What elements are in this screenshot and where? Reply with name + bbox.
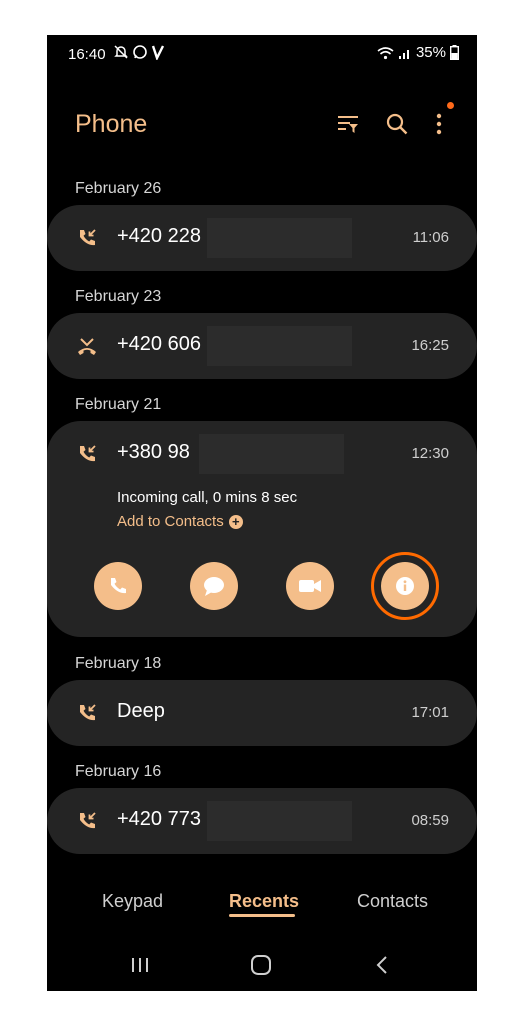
wifi-icon [377, 46, 394, 59]
highlight-ring [371, 552, 439, 620]
recent-apps-icon[interactable] [127, 952, 153, 978]
phone-screen: 16:40 35% Phone February 26 +420 228 11:… [47, 35, 477, 991]
call-log-item-expanded[interactable]: +380 98 12:30 Incoming call, 0 mins 8 se… [47, 421, 477, 637]
redacted-block [207, 326, 352, 366]
more-options-icon[interactable] [426, 111, 452, 137]
call-log-item[interactable]: +420 606 16:25 [47, 313, 477, 379]
active-tab-indicator [229, 914, 295, 917]
v-app-icon [151, 45, 165, 60]
tab-keypad[interactable]: Keypad [102, 891, 163, 912]
call-time: 11:06 [412, 229, 449, 246]
incoming-call-icon [80, 229, 96, 246]
incoming-call-icon [80, 445, 96, 462]
date-header: February 26 [75, 180, 162, 197]
battery-icon [450, 45, 459, 60]
call-button[interactable] [94, 562, 142, 610]
system-nav-bar [47, 940, 477, 990]
call-time: 16:25 [411, 337, 449, 354]
back-icon[interactable] [369, 952, 395, 978]
call-time: 12:30 [411, 445, 449, 462]
whatsapp-icon [133, 45, 147, 59]
incoming-call-icon [80, 704, 96, 721]
caller-number: +420 606 [117, 333, 201, 355]
date-header: February 18 [75, 655, 162, 672]
redacted-block [207, 801, 352, 841]
video-call-button[interactable] [286, 562, 334, 610]
search-icon[interactable] [384, 111, 410, 137]
muted-bell-icon [114, 45, 128, 59]
redacted-block [199, 434, 344, 474]
message-button[interactable] [190, 562, 238, 610]
date-header: February 21 [75, 396, 162, 413]
add-to-contacts-link[interactable]: Add to Contacts + [117, 513, 243, 530]
signal-icon [398, 49, 409, 59]
add-to-contacts-label: Add to Contacts [117, 513, 224, 530]
video-call-icon [299, 580, 321, 592]
status-time: 16:40 [68, 46, 106, 63]
call-log-item[interactable]: Deep 17:01 [47, 680, 477, 746]
caller-number: +380 98 [117, 441, 190, 463]
call-log-item[interactable]: +420 773 08:59 [47, 788, 477, 854]
call-time: 08:59 [411, 812, 449, 829]
date-header: February 16 [75, 763, 162, 780]
caller-name: Deep [117, 700, 165, 722]
missed-call-icon [78, 338, 96, 355]
call-log-item[interactable]: +420 228 11:06 [47, 205, 477, 271]
date-header: February 23 [75, 288, 162, 305]
incoming-call-icon [80, 812, 96, 829]
tab-contacts[interactable]: Contacts [357, 891, 428, 912]
tab-recents[interactable]: Recents [229, 891, 299, 912]
filter-icon[interactable] [335, 111, 361, 137]
home-icon[interactable] [248, 952, 274, 978]
battery-percent: 35% [415, 44, 446, 61]
bottom-tabs: Keypad Recents Contacts [47, 885, 477, 925]
notification-dot [447, 102, 454, 109]
message-icon [204, 577, 224, 596]
page-title: Phone [75, 110, 148, 138]
call-details: Incoming call, 0 mins 8 sec [117, 489, 298, 506]
caller-number: +420 773 [117, 808, 201, 830]
call-time: 17:01 [411, 704, 449, 721]
status-bar: 16:40 35% [47, 35, 477, 75]
redacted-block [207, 218, 352, 258]
plus-circle-icon: + [228, 514, 243, 529]
caller-number: +420 228 [117, 225, 201, 247]
call-icon [111, 578, 126, 594]
notification-icons [113, 44, 165, 60]
system-icons: 35% [377, 44, 459, 61]
